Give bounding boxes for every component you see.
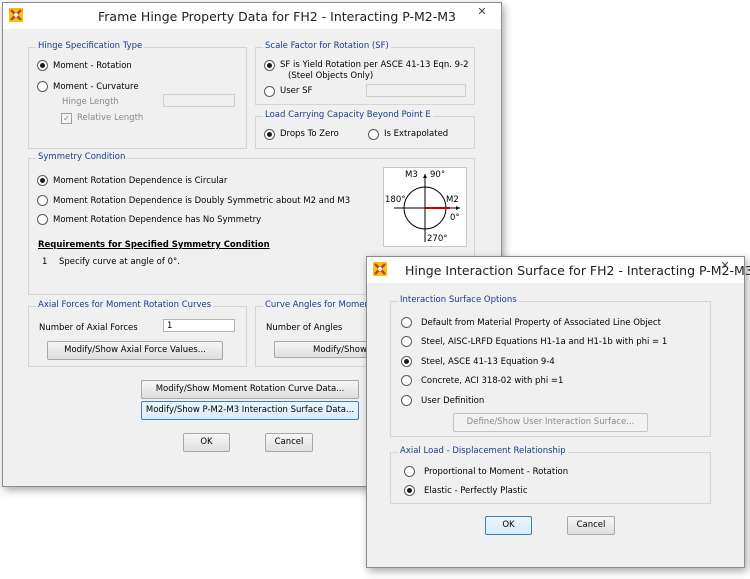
option-asce-radio[interactable] — [401, 356, 412, 367]
num-axial-forces-input[interactable]: 1 — [163, 319, 235, 332]
scale-factor-group: Scale Factor for Rotation (SF) SF is Yie… — [255, 41, 475, 105]
option-aisc-label: Steel, AISC-LRFD Equations H1-1a and H1-… — [421, 337, 668, 347]
interaction-surface-dialog: Hinge Interaction Surface for FH2 - Inte… — [366, 256, 750, 568]
axial-elastic-plastic-radio[interactable] — [404, 485, 415, 496]
moment-curvature-label: Moment - Curvature — [53, 82, 139, 92]
symmetry-circular-label: Moment Rotation Dependence is Circular — [53, 176, 228, 186]
axial-forces-group: Axial Forces for Moment Rotation Curves … — [28, 300, 247, 367]
modify-moment-rotation-button[interactable]: Modify/Show Moment Rotation Curve Data..… — [141, 380, 359, 399]
symmetry-label: Symmetry Condition — [36, 152, 128, 162]
is-extrapolated-label: Is Extrapolated — [384, 129, 449, 139]
user-sf-radio[interactable] — [264, 86, 275, 97]
hinge-length-input[interactable] — [163, 94, 235, 107]
option-asce-label: Steel, ASCE 41-13 Equation 9-4 — [421, 357, 555, 367]
requirement-number: 1 — [42, 257, 48, 267]
modify-axial-force-button[interactable]: Modify/Show Axial Force Values... — [47, 341, 223, 360]
interaction-options-group: Interaction Surface Options Default from… — [390, 295, 711, 437]
axial-load-label: Axial Load - Displacement Relationship — [398, 446, 568, 456]
symmetry-none-radio[interactable] — [37, 214, 48, 225]
is-extrapolated-radio[interactable] — [368, 129, 379, 140]
hinge-spec-group: Hinge Specification Type Moment - Rotati… — [28, 41, 247, 149]
symmetry-doubly-radio[interactable] — [37, 195, 48, 206]
moment-rotation-label: Moment - Rotation — [53, 61, 132, 71]
relative-length-checkbox[interactable]: ✓ — [61, 113, 72, 124]
close-icon[interactable]: ✕ — [469, 4, 495, 20]
moment-rotation-radio[interactable] — [37, 60, 48, 71]
axial-elastic-plastic-label: Elastic - Perfectly Plastic — [424, 486, 528, 496]
modify-interaction-surface-button[interactable]: Modify/Show P-M2-M3 Interaction Surface … — [141, 401, 359, 420]
sf-yield-note: (Steel Objects Only) — [288, 71, 374, 81]
hinge-length-label: Hinge Length — [62, 97, 119, 107]
option-default-radio[interactable] — [401, 317, 412, 328]
relative-length-label: Relative Length — [77, 113, 144, 123]
surface-close-icon[interactable]: ✕ — [712, 258, 738, 274]
num-angles-label: Number of Angles — [266, 323, 343, 333]
m2-label: M2 — [446, 195, 459, 205]
axial-forces-label: Axial Forces for Moment Rotation Curves — [36, 300, 214, 310]
option-user-label: User Definition — [421, 396, 485, 406]
axial-load-group: Axial Load - Displacement Relationship P… — [390, 446, 711, 504]
user-sf-label: User SF — [280, 86, 313, 96]
surface-cancel-button[interactable]: Cancel — [567, 516, 615, 535]
m3-label: M3 — [405, 170, 418, 180]
symmetry-circular-radio[interactable] — [37, 175, 48, 186]
cancel-button[interactable]: Cancel — [265, 433, 313, 452]
option-default-label: Default from Material Property of Associ… — [421, 318, 661, 328]
ok-button[interactable]: OK — [183, 433, 230, 452]
moment-curvature-radio[interactable] — [37, 81, 48, 92]
option-user-radio[interactable] — [401, 395, 412, 406]
angle-90-label: 90° — [430, 170, 446, 180]
option-concrete-label: Concrete, ACI 318-02 with phi =1 — [421, 376, 564, 386]
angle-0-label: 0° — [450, 213, 460, 223]
define-user-surface-button[interactable]: Define/Show User Interaction Surface... — [453, 413, 648, 432]
window-title: Frame Hinge Property Data for FH2 - Inte… — [98, 9, 456, 24]
angle-diagram-svg — [394, 174, 460, 242]
axial-proportional-radio[interactable] — [404, 466, 415, 477]
axial-proportional-label: Proportional to Moment - Rotation — [424, 467, 569, 477]
symmetry-none-label: Moment Rotation Dependence has No Symmet… — [53, 215, 262, 225]
option-aisc-radio[interactable] — [401, 336, 412, 347]
requirements-title: Requirements for Specified Symmetry Cond… — [38, 240, 270, 250]
interaction-options-label: Interaction Surface Options — [398, 295, 519, 305]
load-capacity-group: Load Carrying Capacity Beyond Point E Dr… — [255, 110, 475, 149]
surface-title-bar[interactable]: Hinge Interaction Surface for FH2 - Inte… — [367, 257, 750, 283]
user-sf-input[interactable] — [366, 84, 466, 97]
hinge-spec-label: Hinge Specification Type — [36, 41, 145, 51]
title-bar[interactable]: Frame Hinge Property Data for FH2 - Inte… — [3, 3, 501, 29]
app-icon — [9, 8, 23, 22]
drops-to-zero-label: Drops To Zero — [280, 129, 339, 139]
num-axial-forces-label: Number of Axial Forces — [39, 323, 138, 333]
sf-yield-label: SF is Yield Rotation per ASCE 41-13 Eqn.… — [280, 60, 469, 70]
requirement-text: Specify curve at angle of 0°. — [59, 257, 180, 267]
angle-diagram: M3 90° 180° M2 0° 270° — [383, 167, 467, 247]
surface-ok-button[interactable]: OK — [485, 516, 532, 535]
option-concrete-radio[interactable] — [401, 375, 412, 386]
surface-app-icon — [373, 262, 387, 276]
scale-factor-label: Scale Factor for Rotation (SF) — [263, 41, 391, 51]
surface-window-title: Hinge Interaction Surface for FH2 - Inte… — [405, 263, 750, 278]
angle-180-label: 180° — [385, 195, 406, 205]
load-capacity-label: Load Carrying Capacity Beyond Point E — [263, 110, 433, 120]
symmetry-doubly-label: Moment Rotation Dependence is Doubly Sym… — [53, 196, 351, 206]
angle-270-label: 270° — [427, 234, 448, 244]
sf-yield-radio[interactable] — [264, 60, 275, 71]
drops-to-zero-radio[interactable] — [264, 129, 275, 140]
